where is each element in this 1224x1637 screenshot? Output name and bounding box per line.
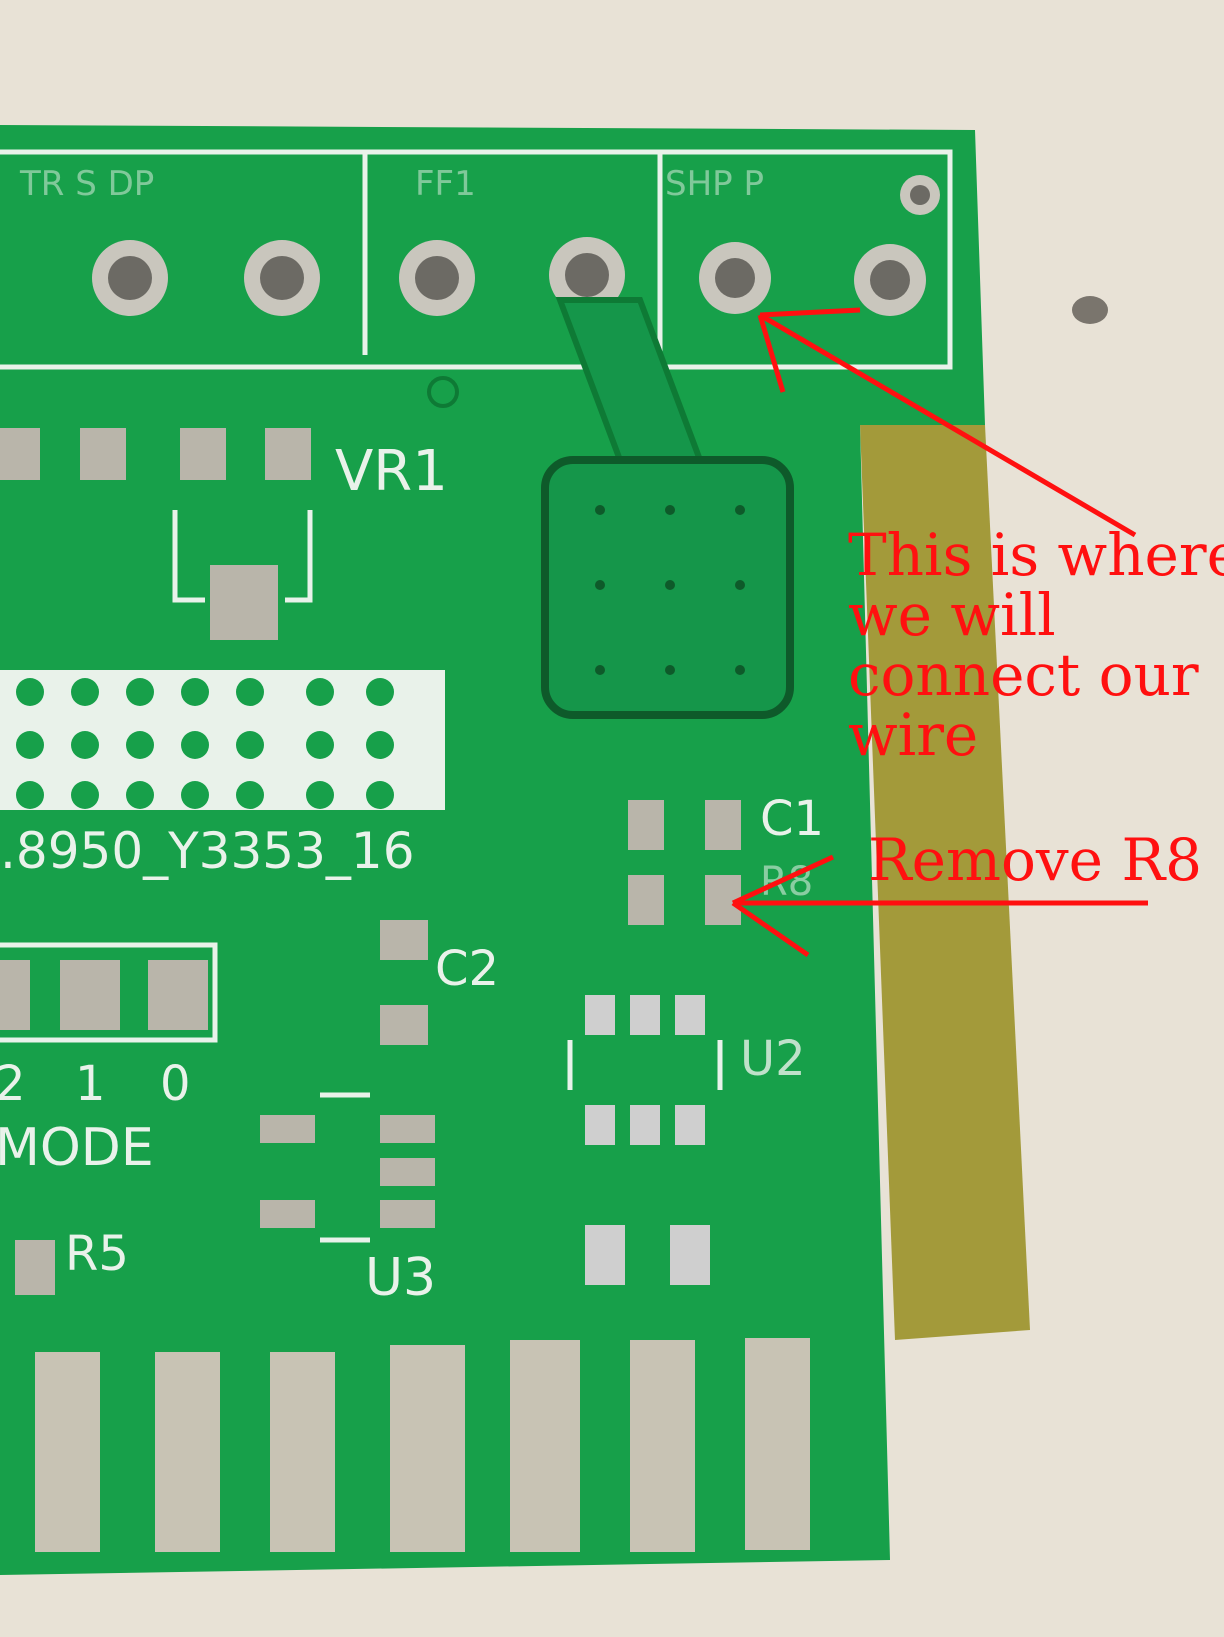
- r5-pad: [15, 1240, 55, 1295]
- c2-label: C2: [435, 941, 499, 997]
- u3-label: U3: [365, 1248, 436, 1308]
- table-spot: [1072, 296, 1108, 324]
- part-id-label: .8950_Y3353_16: [0, 822, 415, 880]
- wire-note-line-4: wire: [848, 701, 978, 769]
- remove-r8-note: Remove R8: [868, 826, 1202, 894]
- header-label-faint-2: FF1: [415, 164, 476, 204]
- c1-label: C1: [760, 791, 824, 847]
- header-label-faint: TR S DP: [19, 164, 154, 204]
- wire-note-line-1: This is where: [848, 521, 1224, 589]
- r8-label: R8: [760, 859, 813, 905]
- pcb-photo: TR S DP FF1 SHP P VR1 .8950_Y3353_16 C1 …: [0, 0, 1224, 1632]
- r5-label: R5: [65, 1226, 129, 1282]
- mode-1-label: 1: [75, 1056, 106, 1112]
- wire-note-line-3: connect our: [848, 641, 1199, 709]
- mode-2-label: 2: [0, 1056, 26, 1112]
- vr1-label: VR1: [335, 439, 448, 504]
- wire-note-line-2: we will: [848, 581, 1056, 649]
- mode-label: MODE: [0, 1118, 154, 1178]
- mode-0-label: 0: [160, 1056, 191, 1112]
- pcb-illustration: TR S DP FF1 SHP P VR1 .8950_Y3353_16 C1 …: [0, 0, 1224, 1632]
- u2-label: U2: [740, 1031, 806, 1087]
- header-label-faint-3: SHP P: [665, 164, 764, 204]
